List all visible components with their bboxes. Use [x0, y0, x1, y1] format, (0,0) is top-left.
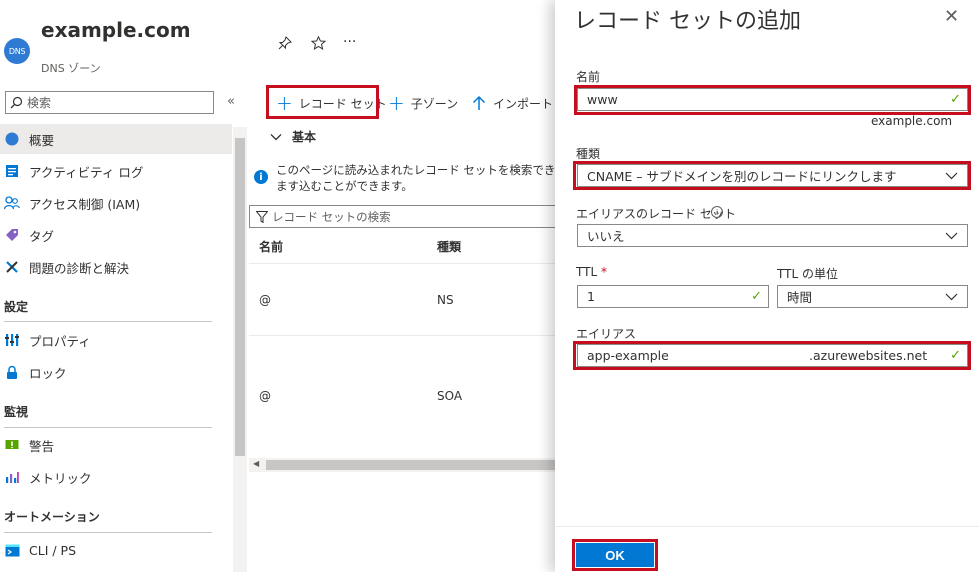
cli-icon: [4, 542, 20, 558]
import-label: インポート: [493, 96, 554, 111]
table-cell-name[interactable]: @: [259, 293, 271, 307]
table-cell-name[interactable]: @: [259, 389, 271, 403]
sidebar-item-label: アクティビティ ログ: [29, 164, 144, 180]
checkmark-icon: ✓: [751, 289, 762, 304]
sidebar-item-label: タグ: [29, 228, 55, 244]
child-zone-label: 子ゾーン: [410, 96, 459, 111]
dns-zone-icon: [4, 131, 20, 147]
lock-icon: [4, 364, 20, 380]
highlight-box-add-recordset: [266, 85, 379, 119]
sidebar-item-alerts[interactable]: 警告: [0, 430, 232, 460]
nav-divider: [4, 321, 212, 322]
table-cell-type: NS: [437, 293, 454, 307]
info-icon: i: [254, 170, 268, 184]
name-label: 名前: [576, 70, 601, 84]
metrics-icon: [4, 469, 20, 485]
search-placeholder: 検索: [27, 96, 52, 110]
alias-label: エイリアス: [576, 327, 637, 341]
table-scrollbar-thumb[interactable]: [266, 460, 555, 470]
arrow-up-icon: [472, 95, 486, 110]
tag-icon: [4, 227, 20, 243]
nav-divider: [4, 532, 212, 533]
ttl-value: 1: [587, 289, 595, 304]
essentials-toggle[interactable]: 基本: [270, 128, 316, 145]
recordset-search-input[interactable]: レコード セットの検索: [249, 205, 559, 228]
ttl-unit-label: TTL の単位: [777, 267, 838, 281]
add-child-zone-button[interactable]: + 子ゾーン: [388, 90, 458, 116]
sidebar-item-properties[interactable]: プロパティ: [0, 325, 232, 355]
page-subtitle: DNS ゾーン: [41, 62, 101, 75]
alias-recordset-dropdown[interactable]: いいえ: [577, 224, 968, 247]
scroll-left-icon[interactable]: ◀: [253, 459, 259, 468]
column-header-type[interactable]: 種類: [437, 238, 461, 255]
more-options-icon[interactable]: ···: [343, 34, 356, 50]
highlight-box-alias: [573, 341, 971, 370]
dns-zone-icon: DNS: [4, 38, 30, 64]
nav-section-automation: オートメーション: [4, 510, 100, 524]
sidebar-item-label: メトリック: [29, 470, 92, 486]
sidebar-item-label: 概要: [29, 132, 55, 148]
sidebar-item-label: プロパティ: [29, 333, 91, 349]
nav-section-monitoring: 監視: [4, 405, 29, 419]
pin-icon[interactable]: [278, 36, 292, 53]
table-divider: [249, 263, 555, 264]
ttl-unit-value: 時間: [787, 290, 813, 305]
sidebar-item-label: ロック: [29, 365, 67, 381]
star-icon[interactable]: [310, 35, 327, 53]
collapse-menu-button[interactable]: «: [227, 94, 235, 109]
activity-log-icon: [4, 163, 20, 179]
table-divider: [249, 335, 555, 336]
ttl-label: TTL *: [576, 265, 607, 279]
filter-icon: [256, 210, 268, 223]
table-cell-type: SOA: [437, 389, 463, 403]
sidebar-item-tags[interactable]: タグ: [0, 220, 232, 250]
wrench-icon: [4, 259, 20, 275]
sidebar-item-metrics[interactable]: メトリック: [0, 462, 232, 492]
chevron-down-icon: [945, 232, 958, 240]
column-header-name[interactable]: 名前: [259, 238, 283, 255]
sidebar-item-activity-log[interactable]: アクティビティ ログ: [0, 156, 232, 186]
chevron-down-icon: [270, 133, 282, 140]
page-title: example.com: [41, 18, 191, 42]
highlight-box-ok: [572, 539, 658, 571]
info-message: このページに読み込まれたレコード セットを検索できます込むことができます。: [276, 163, 556, 193]
ttl-unit-dropdown[interactable]: 時間: [777, 285, 968, 308]
sidebar-item-overview[interactable]: 概要: [0, 124, 232, 154]
sidebar-item-cli[interactable]: CLI / PS: [0, 535, 232, 565]
properties-icon: [4, 332, 20, 348]
plus-icon: +: [388, 91, 405, 115]
close-icon[interactable]: ✕: [944, 6, 959, 27]
panel-title: レコード セットの追加: [574, 9, 801, 34]
essentials-label: 基本: [292, 130, 317, 144]
sidebar-item-label: アクセス制御 (IAM): [29, 196, 141, 212]
sidebar-item-label: CLI / PS: [29, 542, 77, 558]
zone-suffix: example.com: [871, 114, 953, 128]
alias-recordset-value: いいえ: [587, 229, 625, 244]
sidebar-item-diagnose[interactable]: 問題の診断と解決: [0, 252, 232, 282]
ttl-field[interactable]: 1 ✓: [577, 285, 769, 308]
nav-section-settings: 設定: [4, 300, 29, 314]
type-label: 種類: [576, 147, 601, 161]
sidebar-item-locks[interactable]: ロック: [0, 357, 232, 387]
highlight-box-name: [574, 85, 971, 115]
required-asterisk: *: [600, 265, 607, 279]
sidebar-item-label: 問題の診断と解決: [29, 260, 130, 276]
sidebar-scrollbar-thumb[interactable]: [235, 138, 245, 456]
alert-icon: [4, 437, 20, 453]
info-icon[interactable]: i: [711, 206, 723, 218]
sidebar-item-label: 警告: [29, 438, 55, 454]
nav-divider: [4, 427, 212, 428]
chevron-down-icon: [945, 293, 958, 301]
search-icon: [10, 96, 23, 109]
recordset-search-placeholder: レコード セットの検索: [272, 209, 391, 224]
search-input[interactable]: 検索: [5, 91, 214, 114]
import-button[interactable]: インポート: [472, 90, 553, 116]
ttl-label-text: TTL: [576, 265, 598, 279]
panel-footer-divider: [555, 526, 979, 527]
iam-icon: [4, 195, 20, 211]
highlight-box-type: [573, 161, 971, 190]
sidebar-item-iam[interactable]: アクセス制御 (IAM): [0, 188, 232, 218]
